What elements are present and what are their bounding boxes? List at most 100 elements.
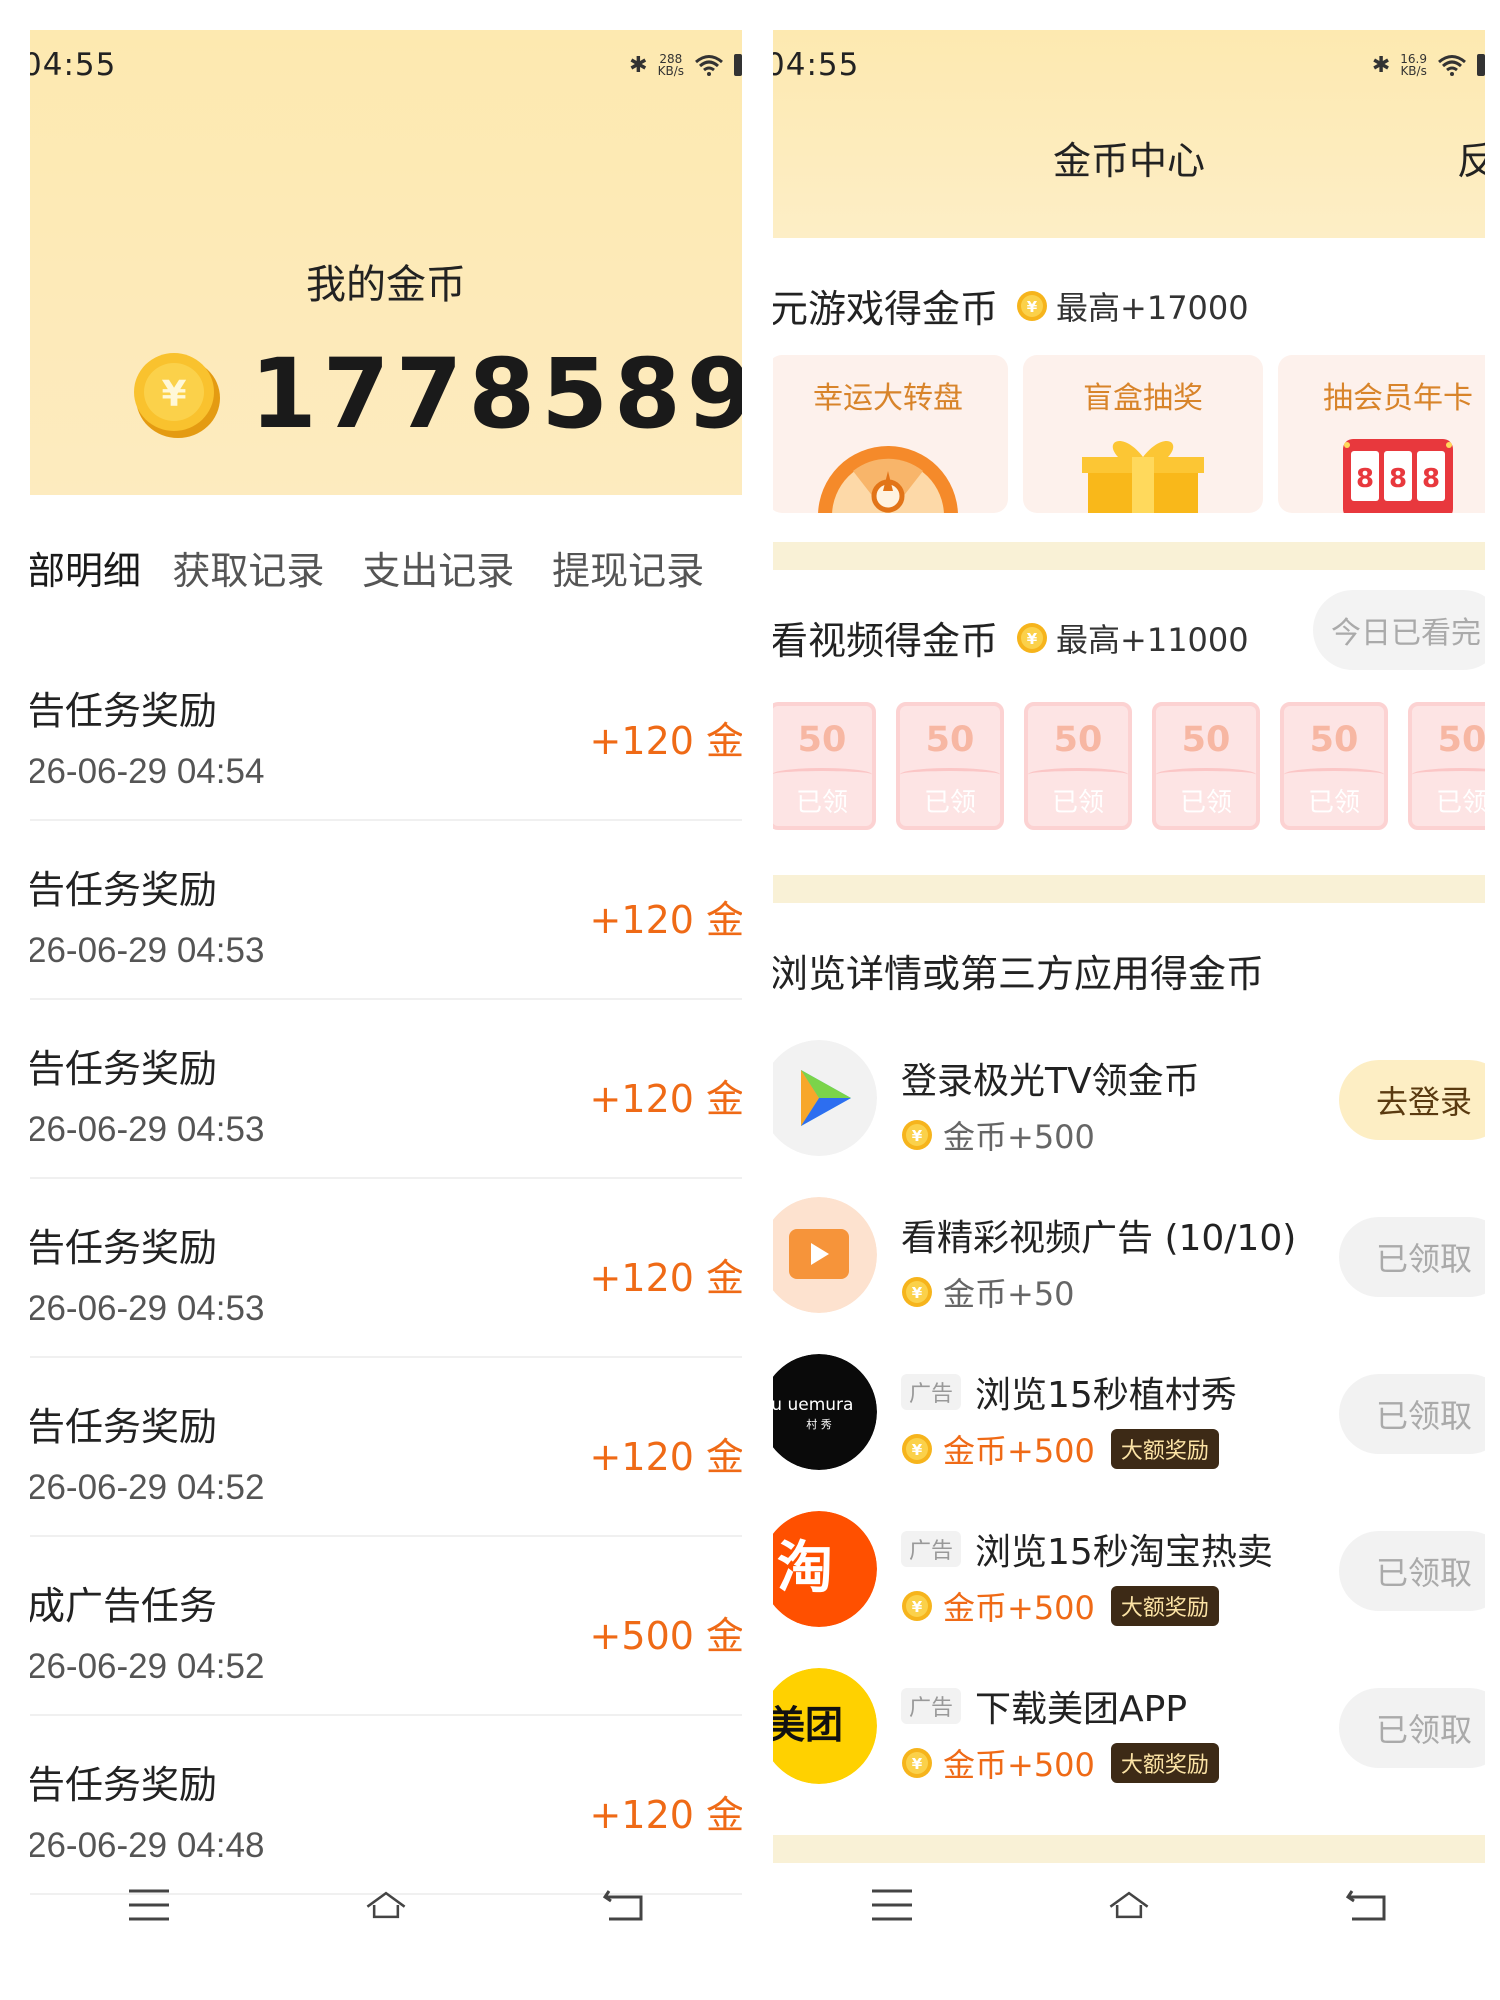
- red-envelope[interactable]: 50 已领: [1152, 702, 1260, 830]
- task-list: 登录极光TV领金币 ¥ 金币+500 去登录 看精彩视频广告 (10/10) ¥…: [773, 1040, 1485, 1825]
- wheel-icon: [818, 446, 958, 513]
- svg-text:¥: ¥: [912, 1598, 923, 1616]
- red-envelope[interactable]: 50 已领: [773, 702, 876, 830]
- coin-icon: ¥: [902, 1748, 932, 1778]
- page-title: 我的金币: [306, 262, 466, 308]
- red-envelope[interactable]: 50 已领: [896, 702, 1004, 830]
- ad-tag: 广告: [901, 1374, 962, 1410]
- video-play-logo-icon: [773, 1197, 877, 1313]
- envelope-amount: 50: [1181, 720, 1231, 760]
- section-divider: [773, 542, 1485, 570]
- game-card-blind-box[interactable]: 盲盒抽奖: [1023, 355, 1263, 513]
- net-speed-unit: KB/s: [1400, 64, 1427, 78]
- task-name: 看精彩视频广告 (10/10): [901, 1209, 1296, 1261]
- list-item: 告任务奖励 26-06-29 04:53 +120 金: [30, 1179, 742, 1358]
- envelope-state: 已领: [1051, 788, 1104, 818]
- record-title: 成广告任务: [30, 1584, 218, 1628]
- task-name-text: 看精彩视频广告 (10/10): [901, 1218, 1297, 1259]
- task-reward: ¥ 金币+50: [901, 1269, 1075, 1315]
- slot-machine-icon: 8 8 8: [1343, 439, 1453, 513]
- logo-subtext: 村 秀: [806, 1417, 832, 1431]
- coin-center-header: 04:55 ✱ 16.9 KB/s 金币中心 反: [773, 30, 1485, 238]
- home-icon[interactable]: [1107, 1887, 1151, 1923]
- login-button[interactable]: 去登录: [1339, 1060, 1485, 1140]
- svg-text:¥: ¥: [912, 1284, 923, 1302]
- bonus-tag: 大额奖励: [1110, 1586, 1219, 1626]
- tab-all[interactable]: 部明细: [30, 540, 172, 600]
- ad-tag: 广告: [901, 1688, 962, 1724]
- coin-center-screen: 04:55 ✱ 16.9 KB/s 金币中心 反 元游戏得金币 ¥ 最高+170…: [773, 30, 1485, 1970]
- page-title: 金币中心: [1052, 139, 1205, 183]
- task-row: 美团 广告 下载美团APP ¥ 金币+500 大额奖励 已领取: [773, 1668, 1485, 1825]
- gold-coin-icon: ¥: [134, 353, 220, 438]
- wifi-icon: [1438, 55, 1466, 76]
- claimed-button[interactable]: 已领取: [1339, 1374, 1485, 1454]
- menu-icon[interactable]: [127, 1887, 171, 1923]
- red-envelope[interactable]: 50 已领: [1024, 702, 1132, 830]
- record-list: 告任务奖励 26-06-29 04:54 +120 金 告任务奖励 26-06-…: [30, 642, 742, 1895]
- back-icon[interactable]: [601, 1887, 645, 1923]
- record-date: 26-06-29 04:53: [30, 1289, 265, 1328]
- shu-uemura-logo-icon: hu uemura 村 秀: [773, 1354, 877, 1470]
- logo-text: hu uemura: [773, 1395, 853, 1415]
- svg-text:¥: ¥: [912, 1127, 923, 1145]
- taobao-logo-icon: 淘: [773, 1511, 877, 1627]
- coin-icon: ¥: [1017, 622, 1048, 653]
- list-item: 告任务奖励 26-06-29 04:53 +120 金: [30, 1000, 742, 1179]
- task-name: 广告 浏览15秒植村秀: [901, 1366, 1237, 1418]
- svg-text:¥: ¥: [1027, 298, 1038, 316]
- envelope-state: 已领: [923, 788, 976, 818]
- max-reward-text: 最高+17000: [1056, 288, 1249, 327]
- home-icon[interactable]: [364, 1887, 408, 1923]
- red-envelope[interactable]: 50 已领: [1280, 702, 1388, 830]
- task-name: 广告 浏览15秒淘宝热卖: [901, 1523, 1273, 1575]
- svg-text:¥: ¥: [1027, 630, 1038, 648]
- system-nav-bar: [30, 1840, 742, 1970]
- tab-withdraw[interactable]: 提现记录: [552, 540, 742, 600]
- svg-text:¥: ¥: [912, 1441, 923, 1459]
- tab-earn[interactable]: 获取记录: [172, 540, 362, 600]
- envelope-state: 已领: [1179, 788, 1232, 818]
- logo-text: 淘: [777, 1536, 833, 1601]
- tab-spend[interactable]: 支出记录: [362, 540, 552, 600]
- today-watched-button[interactable]: 今日已看完: [1313, 590, 1485, 670]
- menu-icon[interactable]: [870, 1887, 914, 1923]
- games-section-title: 元游戏得金币 ¥ 最高+17000: [773, 278, 1249, 333]
- max-reward: ¥ 最高+17000: [1016, 283, 1249, 329]
- task-name: 登录极光TV领金币: [901, 1052, 1200, 1104]
- max-reward-text: 最高+11000: [1056, 620, 1249, 659]
- coin-icon: ¥: [1017, 290, 1048, 321]
- coin-icon: ¥: [902, 1277, 932, 1307]
- game-card-vip[interactable]: 抽会员年卡 8 8 8: [1278, 355, 1485, 513]
- list-item: 告任务奖励 26-06-29 04:54 +120 金: [30, 642, 742, 821]
- header-side-link[interactable]: 反: [1457, 130, 1485, 185]
- record-title: 告任务奖励: [30, 1763, 218, 1807]
- game-card-wheel[interactable]: 幸运大转盘: [773, 355, 1008, 513]
- claimed-button[interactable]: 已领取: [1339, 1688, 1485, 1768]
- coin-balance: 1778589: [250, 338, 742, 450]
- game-card-label: 盲盒抽奖: [1083, 381, 1203, 416]
- task-reward: ¥ 金币+500 大额奖励: [901, 1426, 1219, 1472]
- svg-text:¥: ¥: [161, 374, 186, 415]
- task-reward-text: 金币+500: [943, 1746, 1095, 1784]
- task-name-text: 下载美团APP: [975, 1689, 1188, 1730]
- claimed-button[interactable]: 已领取: [1339, 1531, 1485, 1611]
- task-row: 淘 广告 浏览15秒淘宝热卖 ¥ 金币+500 大额奖励 已领取: [773, 1511, 1485, 1668]
- back-icon[interactable]: [1344, 1887, 1388, 1923]
- claimed-button[interactable]: 已领取: [1339, 1217, 1485, 1297]
- net-speed-unit: KB/s: [657, 64, 684, 78]
- task-reward-text: 金币+500: [943, 1432, 1095, 1470]
- envelope-amount: 50: [797, 720, 847, 760]
- record-amount: +120 金: [589, 1256, 742, 1300]
- gift-box-icon: [1082, 441, 1204, 513]
- red-envelope[interactable]: 50 已领: [1408, 702, 1485, 830]
- ad-tag: 广告: [901, 1531, 962, 1567]
- record-amount: +120 金: [589, 898, 742, 942]
- task-reward-text: 金币+500: [943, 1118, 1095, 1156]
- envelope-state: 已领: [1307, 788, 1360, 818]
- envelope-amount: 50: [1053, 720, 1103, 760]
- task-reward-text: 金币+500: [943, 1589, 1095, 1627]
- record-date: 26-06-29 04:52: [30, 1468, 265, 1507]
- slot-digit: 8: [1356, 464, 1374, 494]
- record-title: 告任务奖励: [30, 689, 218, 733]
